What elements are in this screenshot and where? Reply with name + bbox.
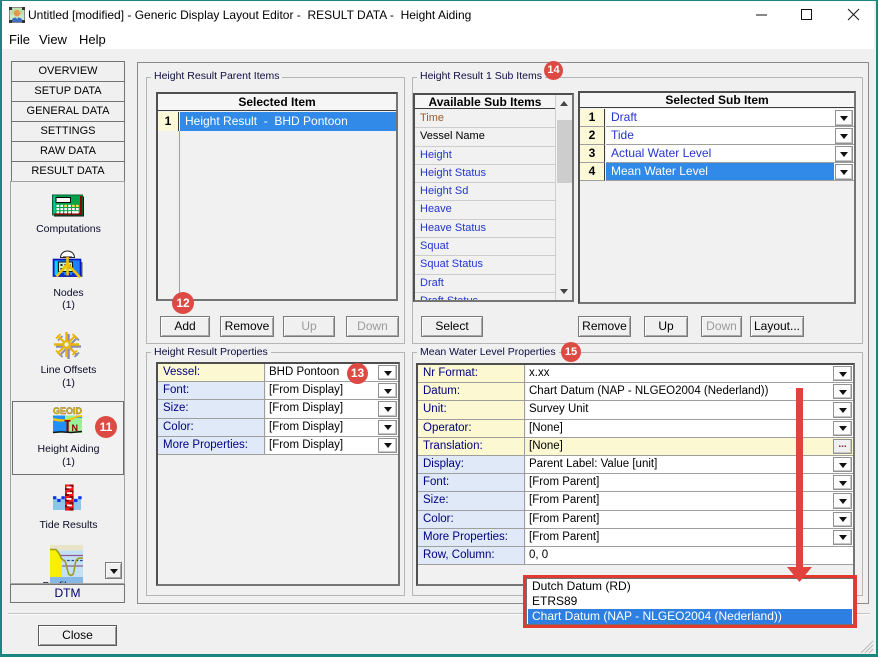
svg-text:GEOID: GEOID xyxy=(53,406,83,416)
